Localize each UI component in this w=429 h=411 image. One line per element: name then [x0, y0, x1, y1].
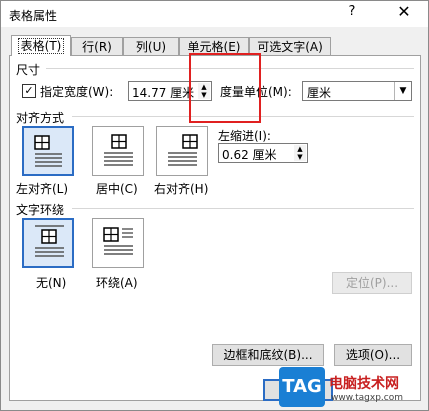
table-align-right-icon: [168, 134, 198, 166]
indent-input[interactable]: 0.62 厘米 ▲ ▼: [218, 143, 308, 163]
wrapping-heading: 文字环绕: [16, 203, 65, 217]
wrapping-divider: [72, 208, 414, 209]
unit-select[interactable]: 厘米 ▼: [302, 81, 412, 101]
wrap-none-label: 无(N): [36, 276, 67, 290]
size-heading: 尺寸: [16, 63, 41, 77]
table-properties-dialog: 表格属性 ? ✕ 表格(T) 行(R) 列(U) 单元格(E) 可选文字(A) …: [0, 0, 429, 411]
tab-alt-text[interactable]: 可选文字(A): [249, 37, 331, 55]
indent-value: 0.62 厘米: [222, 148, 277, 162]
table-align-center-icon: [104, 134, 133, 166]
spin-up-icon[interactable]: ▲: [294, 145, 306, 153]
position-button[interactable]: 定位(P)...: [332, 272, 412, 294]
wrap-around-label: 环绕(A): [96, 276, 138, 290]
align-center-option[interactable]: [92, 126, 144, 176]
tab-strip: 表格(T) 行(R) 列(U) 单元格(E) 可选文字(A): [9, 35, 421, 123]
table-no-wrap-icon: [35, 225, 64, 257]
table-align-left-icon: [34, 135, 62, 167]
align-right-label: 右对齐(H): [154, 182, 209, 196]
dialog-title: 表格属性: [9, 9, 58, 23]
table-wrap-around-icon: [103, 227, 133, 255]
align-right-option[interactable]: [156, 126, 208, 176]
preferred-width-label: 指定宽度(W):: [40, 85, 114, 99]
indent-label: 左缩进(I):: [218, 129, 271, 143]
watermark-url: www.tagxp.com: [331, 393, 403, 403]
preferred-width-checkbox[interactable]: ✓: [22, 84, 36, 98]
tag-logo: TAG: [279, 367, 325, 407]
indent-spinner[interactable]: ▲ ▼: [294, 145, 306, 161]
tab-column[interactable]: 列(U): [123, 37, 179, 55]
align-left-option[interactable]: [22, 126, 74, 176]
help-button[interactable]: ?: [343, 4, 361, 24]
close-button[interactable]: ✕: [391, 2, 417, 24]
alignment-heading: 对齐方式: [16, 111, 65, 125]
wrap-around-option[interactable]: [92, 218, 144, 268]
spin-down-icon[interactable]: ▼: [294, 153, 306, 161]
unit-value: 厘米: [307, 86, 332, 100]
watermark-logo: TAG 电脑技术网 www.tagxp.com: [269, 363, 429, 411]
annotation-highlight-box: [189, 53, 261, 123]
chevron-down-icon[interactable]: ▼: [394, 82, 411, 100]
preferred-width-value: 14.77 厘米: [132, 86, 195, 100]
tab-table[interactable]: 表格(T): [11, 35, 71, 56]
tab-row[interactable]: 行(R): [71, 37, 123, 55]
title-bar: 表格属性 ? ✕: [1, 1, 428, 27]
align-left-label: 左对齐(L): [16, 182, 69, 196]
align-center-label: 居中(C): [96, 182, 138, 196]
wrap-none-option[interactable]: [22, 218, 74, 268]
watermark-title: 电脑技术网: [329, 376, 399, 392]
